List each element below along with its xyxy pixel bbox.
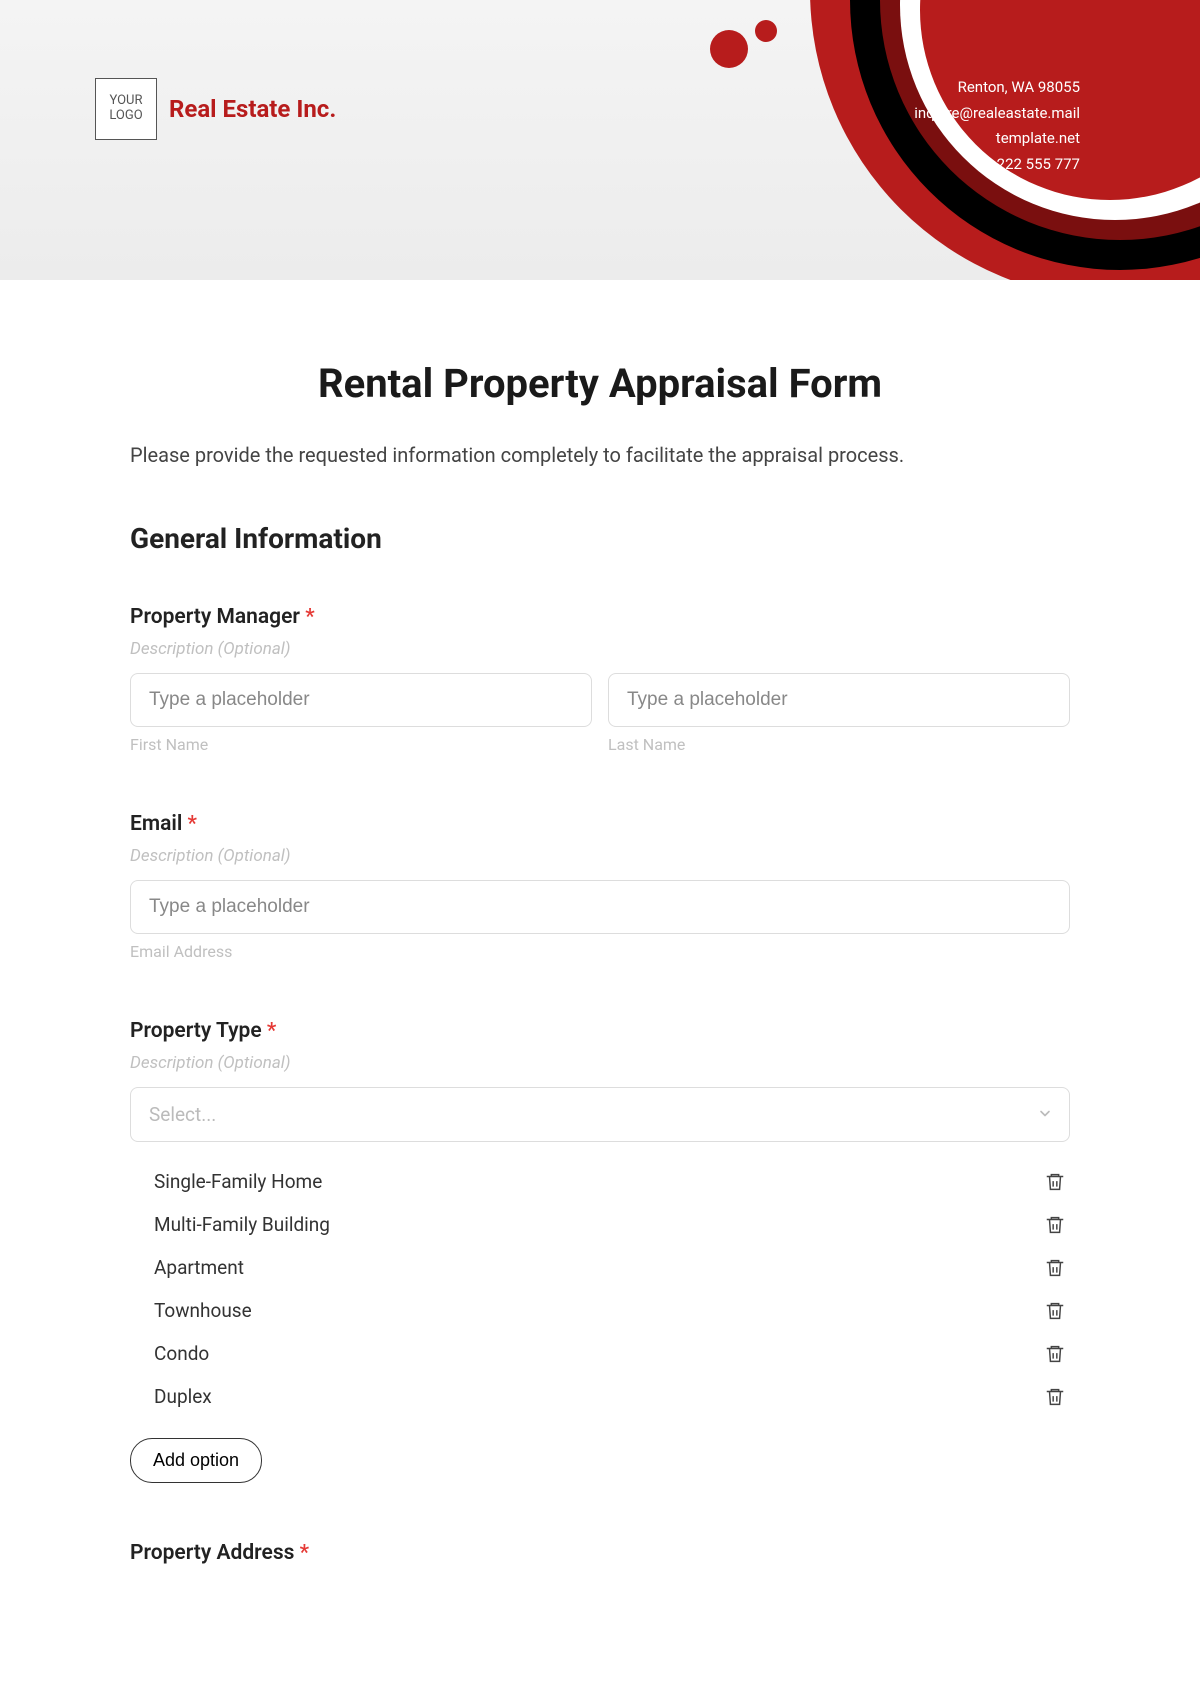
description-hint[interactable]: Description (Optional) [130,1053,1070,1073]
option-label[interactable]: Single-Family Home [154,1170,322,1193]
option-row: Duplex [150,1375,1070,1418]
email-input[interactable] [130,880,1070,934]
first-name-input[interactable] [130,673,592,727]
label-email: Email * [130,812,1070,836]
form-body: Rental Property Appraisal Form Please pr… [0,280,1200,1615]
description-hint[interactable]: Description (Optional) [130,639,1070,659]
trash-icon[interactable] [1044,1171,1066,1193]
form-title: Rental Property Appraisal Form [130,360,1070,407]
page-header: YOUR LOGO Real Estate Inc. Renton, WA 98… [0,0,1200,280]
trash-icon[interactable] [1044,1300,1066,1322]
option-row: Condo [150,1332,1070,1375]
label-property-type: Property Type * [130,1019,1070,1043]
label-text: Property Manager [130,605,300,629]
field-property-type: Property Type * Description (Optional) S… [130,1019,1070,1483]
last-name-input[interactable] [608,673,1070,727]
select-placeholder: Select... [149,1103,216,1126]
email-sublabel: Email Address [130,942,1070,961]
trash-icon[interactable] [1044,1214,1066,1236]
add-option-button[interactable]: Add option [130,1438,262,1483]
trash-icon[interactable] [1044,1386,1066,1408]
required-asterisk: * [300,1541,309,1565]
contact-phone: 222 555 777 [914,152,1080,178]
company-name: Real Estate Inc. [169,95,336,123]
option-row: Apartment [150,1246,1070,1289]
contact-web: template.net [914,126,1080,152]
required-asterisk: * [188,812,197,836]
option-label[interactable]: Condo [154,1342,209,1365]
property-type-select[interactable]: Select... [130,1087,1070,1142]
form-description: Please provide the requested information… [130,443,1070,467]
option-label[interactable]: Apartment [154,1256,244,1279]
option-label[interactable]: Multi-Family Building [154,1213,330,1236]
required-asterisk: * [305,605,314,629]
label-property-address: Property Address * [130,1541,1070,1565]
field-property-manager: Property Manager * Description (Optional… [130,605,1070,754]
option-row: Single-Family Home [150,1160,1070,1203]
contact-email: inquire@realeastate.mail [914,101,1080,127]
label-property-manager: Property Manager * [130,605,1070,629]
trash-icon[interactable] [1044,1343,1066,1365]
contact-info: Renton, WA 98055 inquire@realeastate.mai… [914,75,1080,177]
contact-address: Renton, WA 98055 [914,75,1080,101]
field-email: Email * Description (Optional) Email Add… [130,812,1070,961]
trash-icon[interactable] [1044,1257,1066,1279]
last-name-sublabel: Last Name [608,735,1070,754]
required-asterisk: * [267,1019,276,1043]
option-label[interactable]: Townhouse [154,1299,252,1322]
option-label[interactable]: Duplex [154,1385,212,1408]
logo-block: YOUR LOGO Real Estate Inc. [95,78,336,140]
option-row: Multi-Family Building [150,1203,1070,1246]
label-text: Property Address [130,1541,294,1565]
field-property-address: Property Address * [130,1541,1070,1565]
label-text: Property Type [130,1019,262,1043]
description-hint[interactable]: Description (Optional) [130,846,1070,866]
option-row: Townhouse [150,1289,1070,1332]
property-type-options: Single-Family Home Multi-Family Building… [130,1160,1070,1418]
label-text: Email [130,812,182,836]
logo-placeholder: YOUR LOGO [95,78,157,140]
section-general-heading: General Information [130,522,1070,555]
first-name-sublabel: First Name [130,735,592,754]
chevron-down-icon [1037,1103,1053,1126]
